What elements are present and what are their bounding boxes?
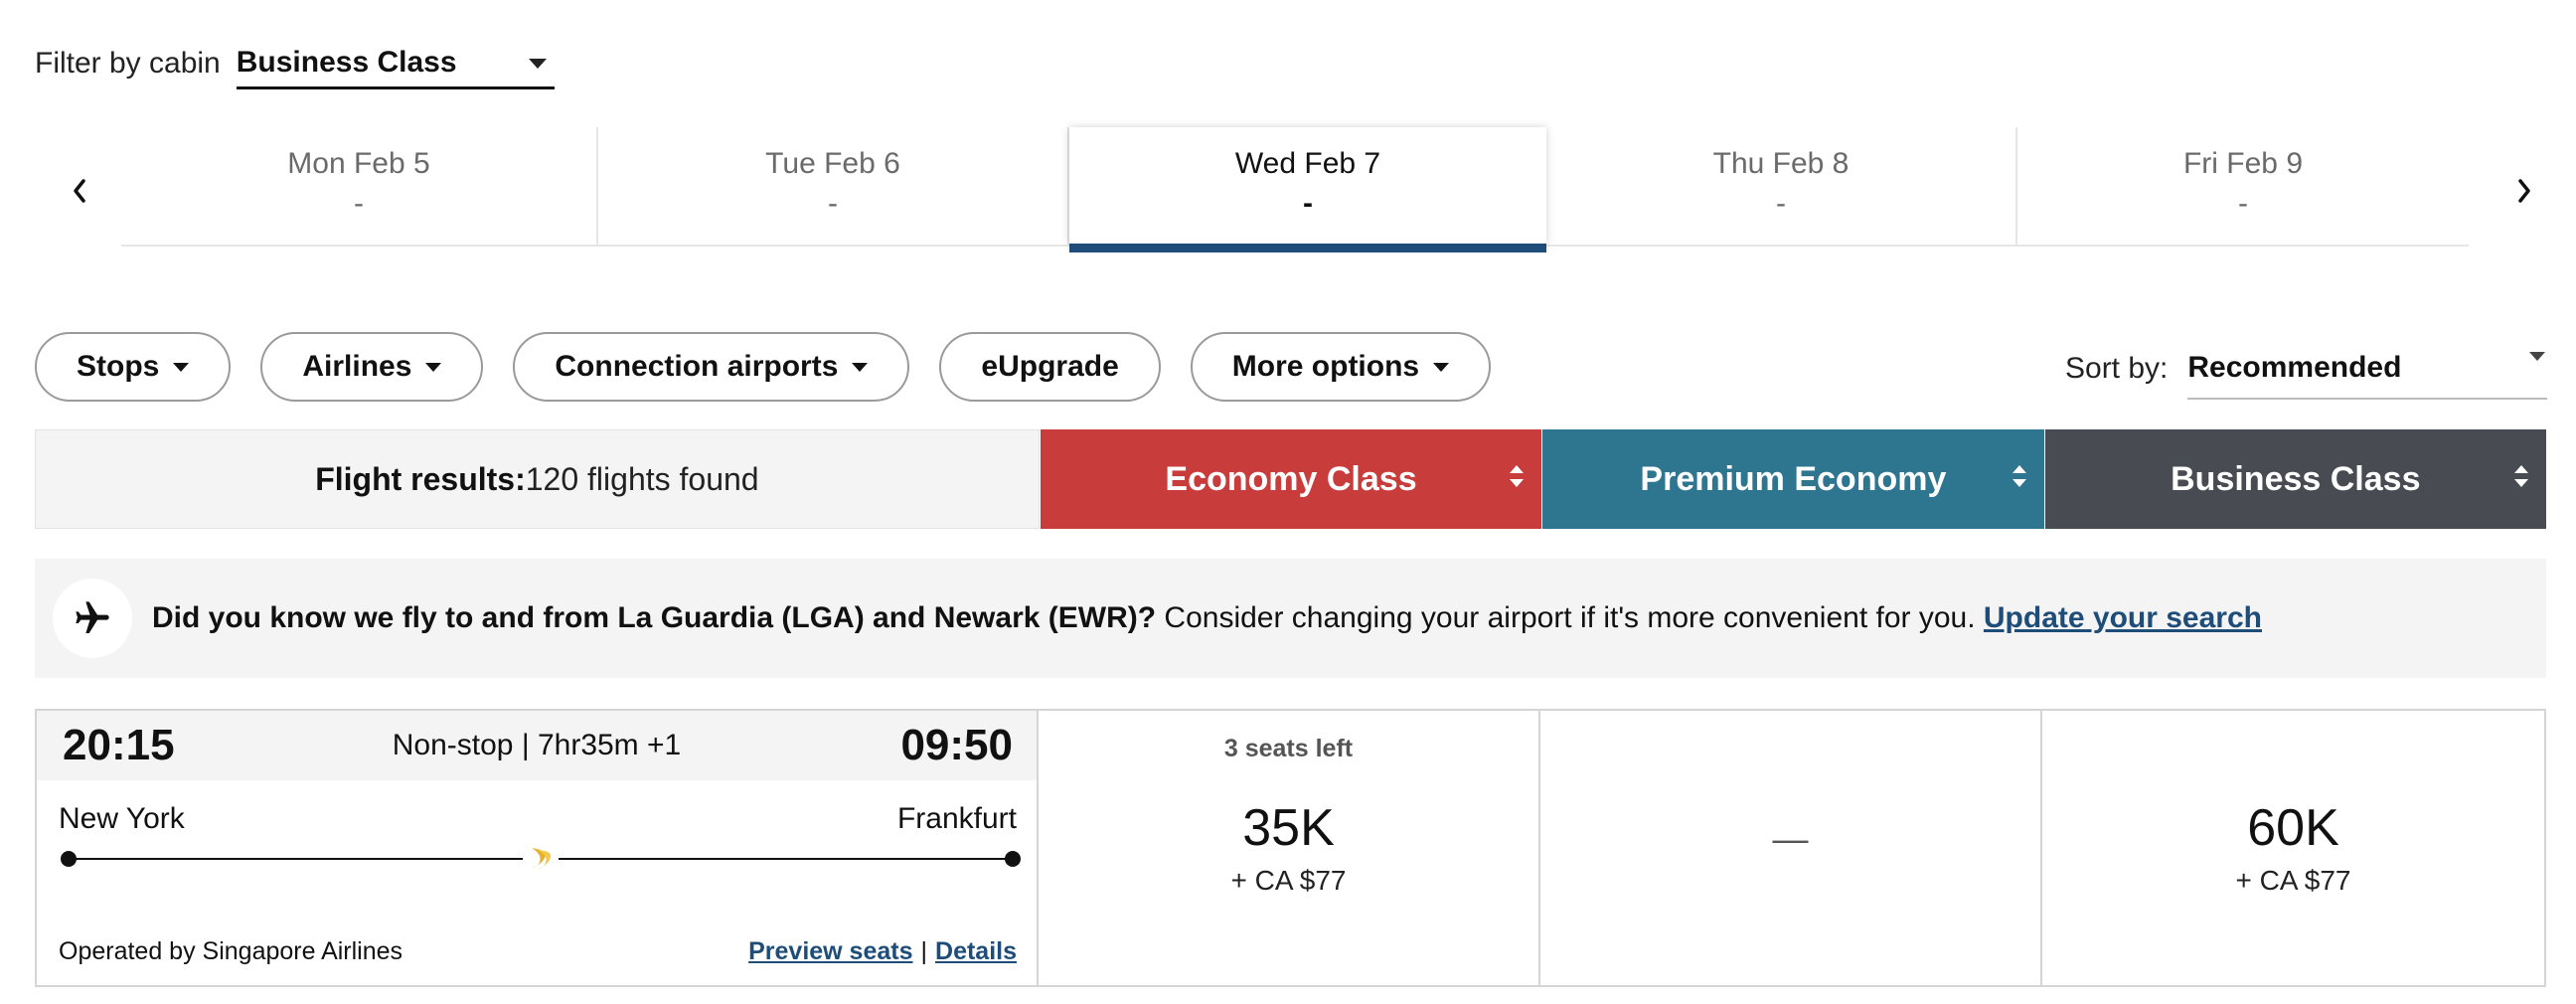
date-tab-thu-feb-8[interactable]: Thu Feb 8 - — [1546, 127, 2017, 245]
premium-economy-unavailable: — — [1772, 818, 1809, 859]
eupgrade-filter-label: eUpgrade — [981, 350, 1119, 383]
banner-bold-text: Did you know we fly to and from La Guard… — [152, 601, 1157, 634]
arrival-time: 09:50 — [900, 721, 1013, 769]
chevron-down-icon — [173, 362, 190, 372]
date-tab-label: Wed Feb 7 — [1234, 147, 1381, 180]
flight-result-row: 20:15 Non-stop | 7hr35m +1 09:50 New Yor… — [35, 709, 2546, 987]
date-tab-wed-feb-7[interactable]: Wed Feb 7 - — [1069, 127, 1546, 252]
airlines-filter-button[interactable]: Airlines — [260, 332, 484, 402]
business-cash-price: + CA $77 — [2235, 865, 2351, 896]
chevron-left-icon — [74, 179, 85, 203]
more-options-button[interactable]: More options — [1190, 332, 1492, 402]
business-fare-cell[interactable]: 60K + CA $77 — [2042, 711, 2544, 985]
destination-dot — [1005, 851, 1021, 867]
economy-fare-cell[interactable]: 3 seats left 35K + CA $77 — [1039, 711, 1540, 985]
chevron-down-icon — [2529, 352, 2546, 361]
flight-times-bar: 20:15 Non-stop | 7hr35m +1 09:50 — [37, 711, 1037, 780]
date-tab-price: - — [828, 187, 838, 220]
preview-seats-link[interactable]: Preview seats — [748, 937, 912, 965]
flight-links: Preview seats | Details — [748, 937, 1017, 966]
stops-filter-label: Stops — [77, 350, 160, 383]
business-class-column-header[interactable]: Business Class — [2044, 429, 2547, 529]
sort-value: Recommended — [2187, 351, 2402, 384]
flight-itinerary: 20:15 Non-stop | 7hr35m +1 09:50 New Yor… — [37, 711, 1039, 985]
sort-label: Sort by: — [2065, 352, 2169, 385]
banner-body-text: Consider changing your airport if it's m… — [1156, 601, 1984, 634]
economy-class-column-header[interactable]: Economy Class — [1040, 429, 1542, 529]
sort-arrows-icon — [1510, 465, 1525, 487]
economy-class-label: Economy Class — [1165, 459, 1417, 498]
date-tab-label: Tue Feb 6 — [765, 147, 900, 180]
airport-suggestion-banner: Did you know we fly to and from La Guard… — [35, 559, 2546, 678]
connection-airports-filter-button[interactable]: Connection airports — [513, 332, 910, 402]
business-class-label: Business Class — [2171, 459, 2421, 498]
singapore-airlines-logo-icon — [523, 842, 559, 874]
flight-search-results-page: Filter by cabin Business Class Mon Feb 5… — [0, 0, 2576, 1004]
date-tab-label: Mon Feb 5 — [287, 147, 430, 180]
details-link[interactable]: Details — [935, 937, 1017, 965]
economy-cash-price: + CA $77 — [1230, 865, 1347, 896]
date-tab-mon-feb-5[interactable]: Mon Feb 5 - — [121, 127, 598, 245]
sort-control: Sort by: Recommended — [2065, 338, 2548, 400]
operated-by: Operated by Singapore Airlines — [59, 937, 403, 965]
stops-filter-button[interactable]: Stops — [35, 332, 232, 402]
cabin-filter-select[interactable]: Business Class — [236, 39, 555, 89]
results-title: Flight results: — [315, 460, 526, 497]
chevron-down-icon — [425, 362, 442, 372]
more-options-label: More options — [1231, 350, 1420, 383]
airlines-filter-label: Airlines — [302, 350, 412, 383]
cabin-filter-label: Filter by cabin — [35, 47, 221, 80]
origin-city: New York — [59, 802, 185, 835]
next-dates-button[interactable] — [2504, 167, 2544, 215]
date-tab-label: Thu Feb 8 — [1712, 147, 1850, 180]
date-selector: Mon Feb 5 - Tue Feb 6 - Wed Feb 7 - Thu … — [60, 127, 2544, 254]
premium-economy-column-header[interactable]: Premium Economy — [1542, 429, 2044, 529]
date-tab-fri-feb-9[interactable]: Fri Feb 9 - — [2017, 127, 2469, 245]
results-count: 120 flights found — [525, 460, 759, 497]
filter-pills: Stops Airlines Connection airports eUpgr… — [35, 332, 1492, 402]
chevron-right-icon — [2518, 179, 2530, 203]
premium-economy-fare-cell: — — [1540, 711, 2042, 985]
date-tab-price: - — [354, 187, 364, 220]
date-tab-price: - — [1303, 187, 1313, 220]
results-summary: Flight results: 120 flights found — [35, 429, 1040, 529]
flight-duration: Non-stop | 7hr35m +1 — [392, 729, 682, 761]
seats-left-badge: 3 seats left — [1223, 735, 1354, 762]
sort-select[interactable]: Recommended — [2187, 338, 2548, 400]
date-tabs: Mon Feb 5 - Tue Feb 6 - Wed Feb 7 - Thu … — [121, 127, 2469, 252]
cabin-filter: Filter by cabin Business Class — [35, 38, 555, 89]
date-tab-price: - — [1776, 187, 1786, 220]
route-line — [61, 842, 1021, 874]
business-miles-price: 60K — [2247, 799, 2339, 857]
chevron-down-icon — [852, 362, 869, 372]
link-separator: | — [920, 937, 928, 965]
premium-economy-label: Premium Economy — [1640, 459, 1947, 498]
sort-arrows-icon — [2514, 465, 2529, 487]
results-header: Flight results: 120 flights found Econom… — [35, 429, 2547, 529]
destination-city: Frankfurt — [896, 802, 1017, 835]
origin-dot — [61, 851, 77, 867]
economy-miles-price: 35K — [1242, 799, 1335, 857]
sort-arrows-icon — [2012, 465, 2026, 487]
date-tab-label: Fri Feb 9 — [2182, 147, 2304, 180]
date-tab-tue-feb-6[interactable]: Tue Feb 6 - — [598, 127, 1069, 245]
banner-text: Did you know we fly to and from La Guard… — [152, 601, 2262, 635]
previous-dates-button[interactable] — [60, 167, 99, 215]
update-search-link[interactable]: Update your search — [1984, 601, 2262, 634]
chevron-down-icon — [528, 58, 547, 69]
date-tab-price: - — [2238, 187, 2248, 220]
connection-airports-filter-label: Connection airports — [555, 350, 839, 383]
cabin-filter-value: Business Class — [236, 45, 457, 79]
eupgrade-filter-button[interactable]: eUpgrade — [939, 332, 1161, 402]
airplane-icon — [53, 579, 132, 658]
chevron-down-icon — [1433, 362, 1450, 372]
